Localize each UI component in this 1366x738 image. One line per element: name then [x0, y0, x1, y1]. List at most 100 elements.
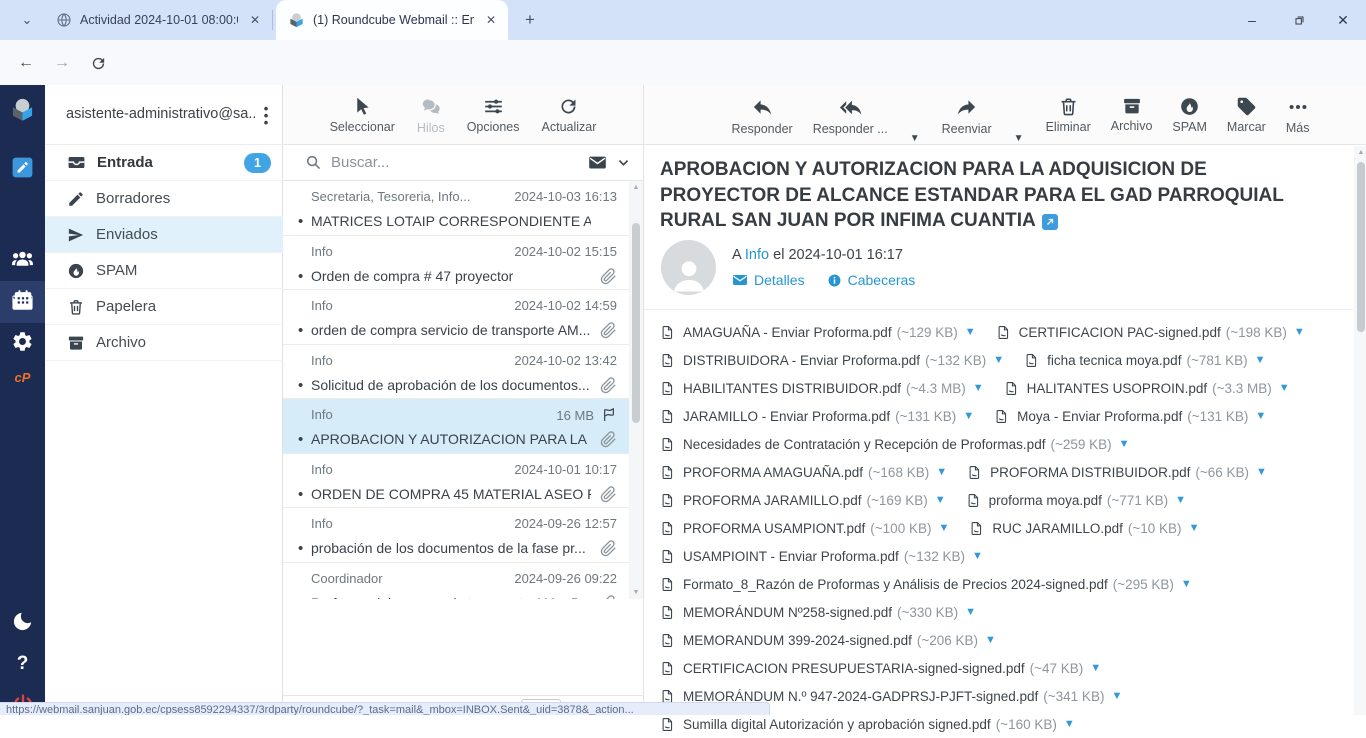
help-icon[interactable]: ?: [0, 653, 45, 675]
forward-caret-icon[interactable]: ▼: [1014, 133, 1024, 144]
compose-button[interactable]: [0, 155, 45, 180]
attachment-name[interactable]: PROFORMA DISTRIBUIDOR.pdf: [990, 465, 1190, 480]
details-toggle[interactable]: Detalles: [732, 272, 805, 288]
sidebar-item-enviados[interactable]: Enviados: [45, 217, 283, 253]
attachment-name[interactable]: JARAMILLO - Enviar Proforma.pdf: [683, 409, 890, 424]
tab-close-icon[interactable]: ✕: [482, 11, 500, 29]
attachment-item[interactable]: Formato_8_Razón de Proformas y Análisis …: [660, 576, 1192, 593]
attachment-menu-caret[interactable]: ▼: [1175, 494, 1186, 506]
message-list-item[interactable]: Info 2024-09-26 12:57 • probación de los…: [283, 508, 629, 563]
attachment-name[interactable]: HALITANTES USOPROIN.pdf: [1027, 381, 1208, 396]
message-list-item[interactable]: Info 2024-10-01 10:17 • ORDEN DE COMPRA …: [283, 454, 629, 509]
attachment-item[interactable]: CERTIFICACION PRESUPUESTARIA-signed-sign…: [660, 660, 1101, 677]
message-list-item[interactable]: Coordinador 2024-09-26 09:22 • Proforma …: [283, 563, 629, 600]
calendar-icon[interactable]: [0, 288, 45, 310]
attachment-menu-caret[interactable]: ▼: [963, 410, 974, 422]
attachment-menu-caret[interactable]: ▼: [935, 494, 946, 506]
attachment-menu-caret[interactable]: ▼: [965, 326, 976, 338]
mark-button[interactable]: Marcar: [1227, 85, 1266, 134]
attachment-name[interactable]: ficha tecnica moya.pdf: [1047, 353, 1181, 368]
attachment-item[interactable]: Necesidades de Contratación y Recepción …: [660, 436, 1130, 453]
attachment-item[interactable]: MEMORÁNDUM Nº258-signed.pdf (~330 KB) ▼: [660, 604, 976, 621]
options-button[interactable]: Opciones: [467, 85, 520, 134]
attachment-item[interactable]: HABILITANTES DISTRIBUIDOR.pdf (~4.3 MB) …: [660, 380, 984, 397]
attachment-item[interactable]: USAMPIOINT - Enviar Proforma.pdf (~132 K…: [660, 548, 983, 565]
sidebar-item-papelera[interactable]: Papelera: [45, 289, 283, 325]
attachment-name[interactable]: HABILITANTES DISTRIBUIDOR.pdf: [683, 381, 901, 396]
attachment-name[interactable]: CERTIFICACION PRESUPUESTARIA-signed-sign…: [683, 661, 1025, 676]
tab-close-icon[interactable]: ✕: [246, 11, 264, 29]
delete-button[interactable]: Eliminar: [1046, 85, 1091, 134]
attachment-name[interactable]: DISTRIBUIDORA - Enviar Proforma.pdf: [683, 353, 920, 368]
attachment-menu-caret[interactable]: ▼: [938, 522, 949, 534]
reload-icon[interactable]: [86, 51, 110, 75]
window-restore-button[interactable]: [1287, 8, 1311, 32]
attachment-name[interactable]: Moya - Enviar Proforma.pdf: [1017, 409, 1182, 424]
attachment-menu-caret[interactable]: ▼: [1181, 578, 1192, 590]
forward-icon[interactable]: →: [50, 51, 74, 75]
new-tab-button[interactable]: +: [520, 10, 540, 30]
browser-tab-roundcube[interactable]: (1) Roundcube Webmail :: Envia ✕: [276, 0, 508, 40]
attachment-menu-caret[interactable]: ▼: [1256, 466, 1267, 478]
attachment-item[interactable]: JARAMILLO - Enviar Proforma.pdf (~131 KB…: [660, 408, 974, 425]
scroll-down-icon[interactable]: ▼: [629, 589, 643, 596]
search-input[interactable]: [331, 154, 588, 171]
attachment-menu-caret[interactable]: ▼: [1294, 326, 1305, 338]
attachment-name[interactable]: AMAGUAÑA - Enviar Proforma.pdf: [683, 325, 892, 340]
attachment-item[interactable]: RUC JARAMILLO.pdf (~10 KB) ▼: [969, 520, 1199, 537]
attachment-item[interactable]: Moya - Enviar Proforma.pdf (~131 KB) ▼: [994, 408, 1266, 425]
account-menu-icon[interactable]: •••: [259, 105, 273, 126]
reply-all-button[interactable]: Responder ...: [813, 85, 888, 136]
attachment-menu-caret[interactable]: ▼: [1064, 718, 1075, 730]
attachment-item[interactable]: PROFORMA AMAGUAÑA.pdf (~168 KB) ▼: [660, 464, 947, 481]
contacts-icon[interactable]: [0, 247, 45, 272]
list-scrollbar-thumb[interactable]: [632, 223, 640, 423]
attachment-item[interactable]: MEMORANDUM 399-2024-signed.pdf (~206 KB)…: [660, 632, 996, 649]
sidebar-item-archivo[interactable]: Archivo: [45, 325, 283, 361]
scroll-up-icon[interactable]: ▲: [1354, 149, 1366, 156]
reply-button[interactable]: Responder: [732, 85, 793, 136]
window-close-button[interactable]: ✕: [1331, 8, 1355, 32]
scroll-up-icon[interactable]: ▲: [629, 184, 643, 191]
attachment-menu-caret[interactable]: ▼: [1090, 662, 1101, 674]
cpanel-icon[interactable]: cP: [0, 370, 45, 385]
attachment-item[interactable]: Sumilla digital Autorización y aprobació…: [660, 716, 1075, 733]
attachment-name[interactable]: Sumilla digital Autorización y aprobació…: [683, 717, 991, 732]
attachment-menu-caret[interactable]: ▼: [993, 354, 1004, 366]
attachment-menu-caret[interactable]: ▼: [1119, 438, 1130, 450]
attachment-name[interactable]: Formato_8_Razón de Proformas y Análisis …: [683, 577, 1108, 592]
external-link-icon[interactable]: [1042, 214, 1058, 230]
message-list-item[interactable]: Info 2024-10-02 14:59 • orden de compra …: [283, 290, 629, 345]
attachment-menu-caret[interactable]: ▼: [1189, 522, 1200, 534]
attachment-item[interactable]: ficha tecnica moya.pdf (~781 KB) ▼: [1024, 352, 1265, 369]
attachment-menu-caret[interactable]: ▼: [965, 606, 976, 618]
attachment-name[interactable]: USAMPIOINT - Enviar Proforma.pdf: [683, 549, 899, 564]
window-minimize-button[interactable]: –: [1240, 8, 1264, 32]
forward-button[interactable]: Reenviar: [942, 85, 992, 136]
attachment-name[interactable]: PROFORMA AMAGUAÑA.pdf: [683, 465, 863, 480]
sidebar-item-spam[interactable]: SPAM: [45, 253, 283, 289]
message-list-item[interactable]: Info 2024-10-02 15:15 • Orden de compra …: [283, 236, 629, 291]
attachment-menu-caret[interactable]: ▼: [936, 466, 947, 478]
attachment-item[interactable]: DISTRIBUIDORA - Enviar Proforma.pdf (~13…: [660, 352, 1004, 369]
recipient-link[interactable]: Info: [745, 247, 769, 263]
spam-button[interactable]: SPAM: [1172, 85, 1207, 134]
list-scrollbar[interactable]: ▲ ▼: [629, 181, 643, 599]
search-scope-envelope-icon[interactable]: [588, 153, 607, 172]
attachment-menu-caret[interactable]: ▼: [1111, 690, 1122, 702]
attachment-item[interactable]: AMAGUAÑA - Enviar Proforma.pdf (~129 KB)…: [660, 324, 976, 341]
headers-toggle[interactable]: Cabeceras: [827, 272, 916, 288]
sidebar-item-entrada[interactable]: Entrada 1: [45, 145, 283, 181]
attachment-menu-caret[interactable]: ▼: [1279, 382, 1290, 394]
attachment-item[interactable]: PROFORMA DISTRIBUIDOR.pdf (~66 KB) ▼: [967, 464, 1267, 481]
attachment-item[interactable]: proforma moya.pdf (~771 KB) ▼: [966, 492, 1186, 509]
attachment-name[interactable]: PROFORMA JARAMILLO.pdf: [683, 493, 862, 508]
sidebar-item-borradores[interactable]: Borradores: [45, 181, 283, 217]
attachment-menu-caret[interactable]: ▼: [972, 550, 983, 562]
settings-gear-icon[interactable]: [0, 330, 45, 353]
attachment-menu-caret[interactable]: ▼: [1255, 354, 1266, 366]
mail-scrollbar-thumb[interactable]: [1357, 162, 1365, 332]
attachment-name[interactable]: MEMORÁNDUM Nº258-signed.pdf: [683, 605, 892, 620]
refresh-button[interactable]: Actualizar: [542, 85, 597, 134]
mail-scrollbar[interactable]: ▲: [1354, 146, 1366, 715]
